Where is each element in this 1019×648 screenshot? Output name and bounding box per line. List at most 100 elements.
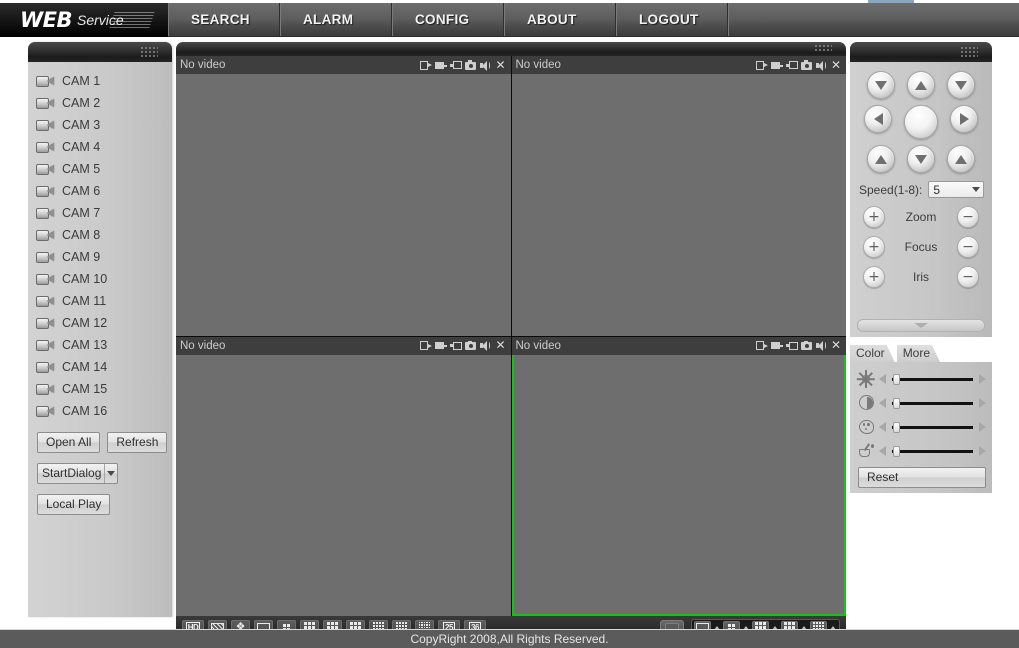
pan-left-button[interactable]: [864, 105, 892, 133]
nav-item-about[interactable]: ABOUT: [504, 3, 616, 36]
video-pane[interactable]: No video ✕: [511, 56, 846, 336]
grip-dots-icon[interactable]: [960, 46, 978, 58]
camera-list-item[interactable]: CAM 3: [36, 114, 172, 136]
camera-list-item[interactable]: CAM 7: [36, 202, 172, 224]
refresh-button[interactable]: Refresh: [107, 432, 168, 453]
zoom-plus-button[interactable]: +: [863, 206, 885, 228]
snapshot-icon[interactable]: [800, 340, 813, 351]
close-icon[interactable]: ✕: [831, 339, 841, 351]
local-play-button[interactable]: Local Play: [37, 494, 111, 515]
monitor-icon[interactable]: [770, 340, 783, 351]
close-icon[interactable]: ✕: [495, 339, 505, 351]
camera-label: CAM 5: [62, 162, 101, 176]
camera-label: CAM 11: [62, 294, 107, 308]
ptz-collapse-bar[interactable]: [857, 319, 985, 332]
cut-icon[interactable]: [450, 60, 463, 71]
audio-icon[interactable]: [815, 340, 828, 351]
nav-item-search[interactable]: SEARCH: [168, 3, 280, 36]
pan-up-right-button[interactable]: [947, 71, 975, 99]
pan-down-right-button[interactable]: [947, 145, 975, 173]
slider-increase-icon[interactable]: [979, 446, 986, 456]
snapshot-icon[interactable]: [800, 60, 813, 71]
pan-up-button[interactable]: [907, 71, 935, 99]
monitor-icon[interactable]: [435, 60, 448, 71]
nav-item-config[interactable]: CONFIG: [392, 3, 504, 36]
video-pane[interactable]: No video ✕: [511, 336, 846, 616]
cut-icon[interactable]: [450, 340, 463, 351]
audio-icon[interactable]: [480, 340, 492, 351]
start-dialog-select[interactable]: StartDialog: [37, 463, 119, 484]
hue-slider[interactable]: [889, 421, 976, 433]
slider-decrease-icon[interactable]: [879, 446, 886, 456]
page-footer: CopyRight 2008,All Rights Reserved.: [0, 629, 1019, 648]
camera-list-item[interactable]: CAM 16: [36, 400, 172, 422]
focus-minus-button[interactable]: −: [957, 236, 979, 258]
grip-dots-icon[interactable]: [814, 44, 832, 53]
record-icon[interactable]: [420, 340, 433, 351]
camera-list-item[interactable]: CAM 12: [36, 312, 172, 334]
close-icon[interactable]: ✕: [495, 59, 505, 71]
nav-item-logout[interactable]: LOGOUT: [616, 3, 728, 36]
record-icon[interactable]: [755, 340, 768, 351]
camera-list-item[interactable]: CAM 2: [36, 92, 172, 114]
pan-down-left-button[interactable]: [867, 145, 895, 173]
tab-more[interactable]: More: [897, 345, 940, 362]
pan-up-left-button[interactable]: [867, 71, 895, 99]
camera-list-item[interactable]: CAM 13: [36, 334, 172, 356]
record-icon[interactable]: [755, 60, 768, 71]
camera-list-item[interactable]: CAM 8: [36, 224, 172, 246]
ptz-center-button[interactable]: [904, 105, 938, 139]
arrow-icon: [959, 113, 969, 125]
iris-minus-button[interactable]: −: [957, 266, 979, 288]
cut-icon[interactable]: [785, 340, 798, 351]
camera-list: CAM 1 CAM 2 CAM 3 CAM 4 CAM 5 CAM 6 CAM 7 CAM 8…: [28, 62, 172, 422]
nav-item-alarm[interactable]: ALARM: [280, 3, 392, 36]
pan-down-button[interactable]: [907, 145, 935, 173]
camera-list-item[interactable]: CAM 14: [36, 356, 172, 378]
slider-increase-icon[interactable]: [979, 398, 986, 408]
pan-right-button[interactable]: [950, 105, 978, 133]
hue-icon: [856, 418, 876, 436]
camera-list-item[interactable]: CAM 5: [36, 158, 172, 180]
audio-icon[interactable]: [815, 60, 828, 71]
grip-dots-icon[interactable]: [140, 46, 158, 58]
chevron-down-icon[interactable]: [104, 464, 117, 483]
slider-decrease-icon[interactable]: [879, 374, 886, 384]
camera-list-item[interactable]: CAM 9: [36, 246, 172, 268]
slider-decrease-icon[interactable]: [879, 422, 886, 432]
audio-icon[interactable]: [480, 60, 492, 71]
open-all-button[interactable]: Open All: [37, 432, 101, 453]
brightness-slider-row: [856, 367, 986, 391]
reset-button[interactable]: Reset: [858, 467, 986, 488]
camera-sidebar: CAM 1 CAM 2 CAM 3 CAM 4 CAM 5 CAM 6 CAM 7 CAM 8…: [28, 42, 172, 617]
brightness-slider[interactable]: [889, 373, 976, 385]
contrast-slider[interactable]: [889, 397, 976, 409]
focus-plus-button[interactable]: +: [863, 236, 885, 258]
camera-list-item[interactable]: CAM 15: [36, 378, 172, 400]
main-navigation: WEB Service SEARCH ALARM CONFIG ABOUT LO…: [0, 3, 1019, 37]
saturation-slider[interactable]: [889, 445, 976, 457]
video-pane-controls: ✕: [420, 339, 506, 351]
ptz-speed-select[interactable]: 5: [928, 181, 985, 198]
iris-plus-button[interactable]: +: [863, 266, 885, 288]
snapshot-icon[interactable]: [465, 340, 477, 351]
camera-list-item[interactable]: CAM 1: [36, 70, 172, 92]
slider-decrease-icon[interactable]: [879, 398, 886, 408]
zoom-label: Zoom: [905, 210, 937, 224]
video-pane[interactable]: No video ✕: [176, 336, 511, 616]
video-pane[interactable]: No video ✕: [176, 56, 511, 336]
slider-increase-icon[interactable]: [979, 422, 986, 432]
record-icon[interactable]: [420, 60, 433, 71]
camera-list-item[interactable]: CAM 11: [36, 290, 172, 312]
camera-list-item[interactable]: CAM 10: [36, 268, 172, 290]
camera-list-item[interactable]: CAM 4: [36, 136, 172, 158]
monitor-icon[interactable]: [770, 60, 783, 71]
camera-list-item[interactable]: CAM 6: [36, 180, 172, 202]
slider-increase-icon[interactable]: [979, 374, 986, 384]
tab-color[interactable]: Color: [850, 345, 895, 362]
close-icon[interactable]: ✕: [831, 59, 841, 71]
monitor-icon[interactable]: [435, 340, 448, 351]
zoom-minus-button[interactable]: −: [957, 206, 979, 228]
snapshot-icon[interactable]: [465, 60, 477, 71]
cut-icon[interactable]: [785, 60, 798, 71]
